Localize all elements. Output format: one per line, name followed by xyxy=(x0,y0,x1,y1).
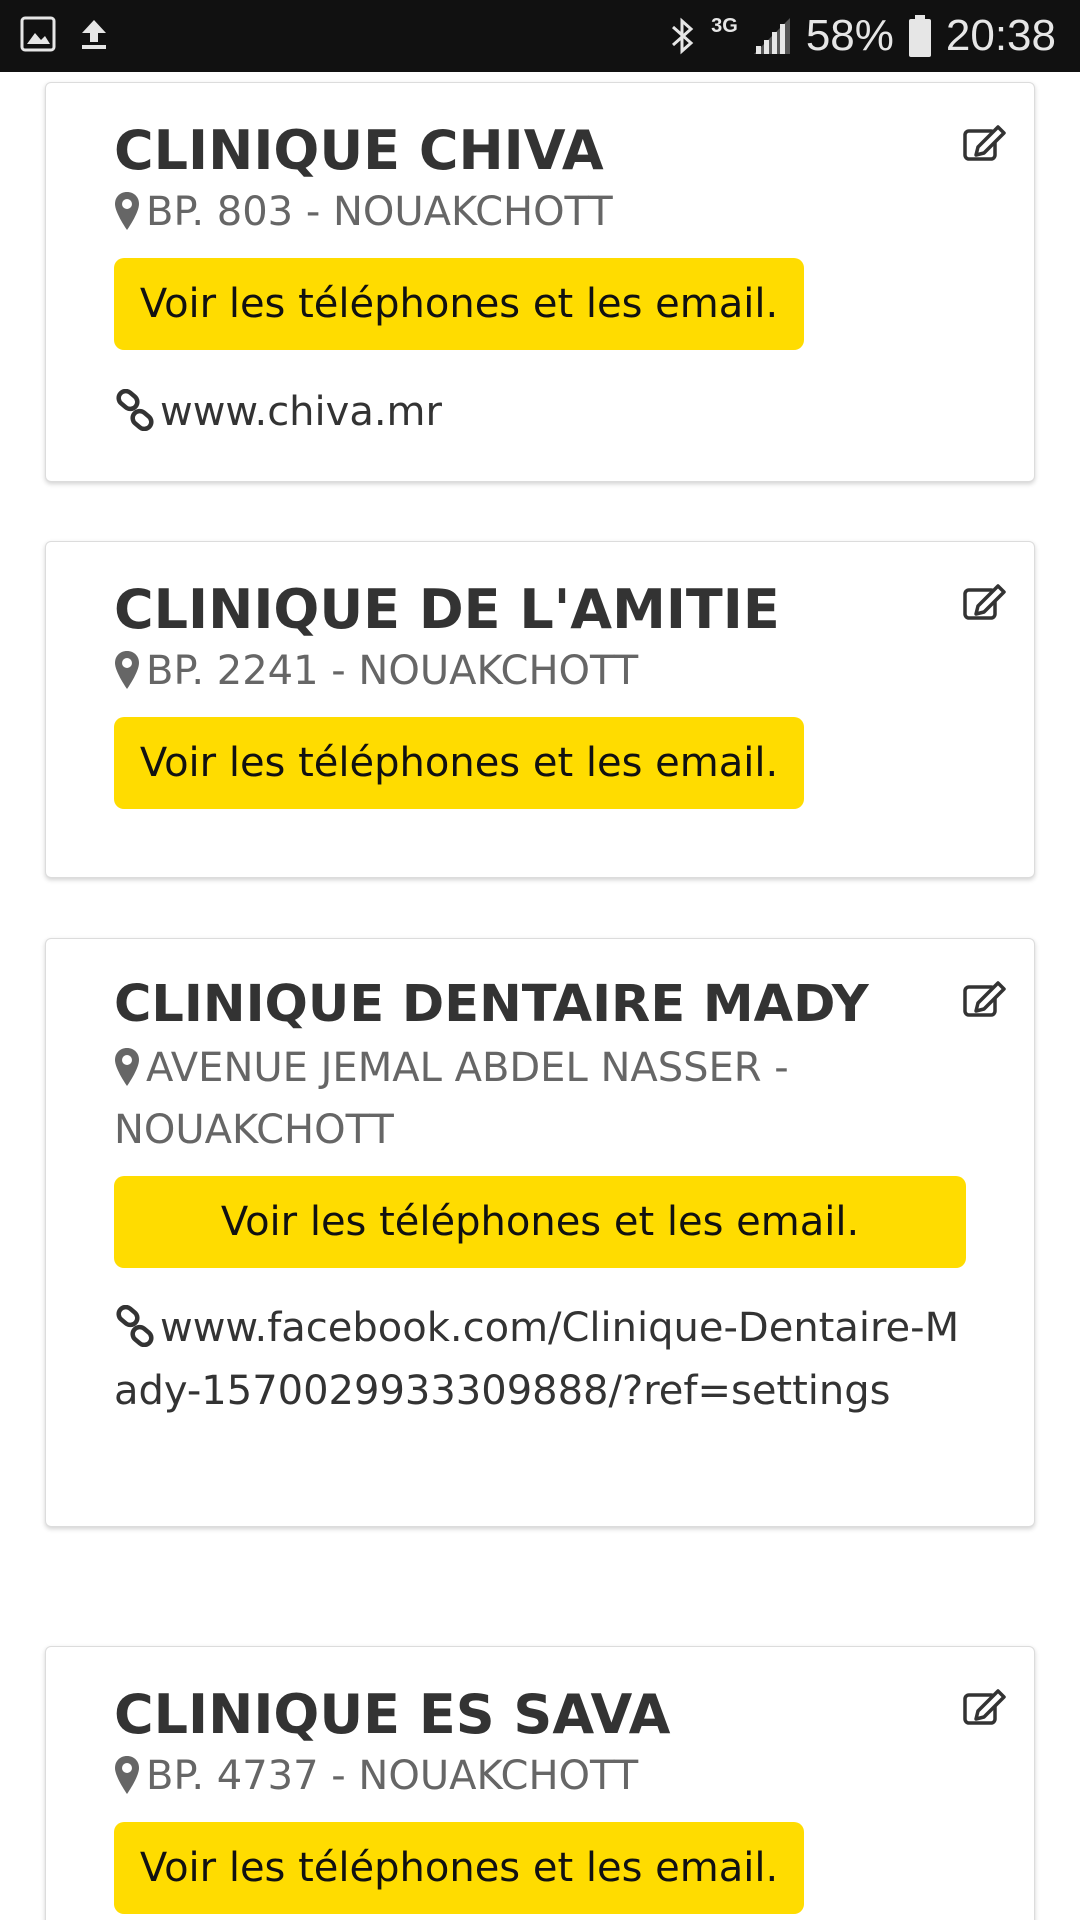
address-text: BP. 4737 - NOUAKCHOTT xyxy=(146,1753,639,1799)
map-pin-icon xyxy=(115,651,139,689)
battery-icon xyxy=(908,15,931,57)
show-contacts-button[interactable]: Voir les téléphones et les email. xyxy=(114,1176,966,1268)
network-type: 3G xyxy=(711,15,738,37)
battery-percent: 58% xyxy=(805,11,894,60)
clinic-name: CLINIQUE DENTAIRE MADY xyxy=(114,975,869,1034)
website-link[interactable]: www.chiva.mr xyxy=(114,381,974,444)
status-bar: 3G 58% 20:38 xyxy=(0,0,1080,72)
link-icon xyxy=(116,1305,154,1347)
address-text: AVENUE JEMAL ABDEL NASSER - NOUAKCHOTT xyxy=(114,1045,789,1153)
clinic-address: AVENUE JEMAL ABDEL NASSER - NOUAKCHOTT xyxy=(114,1037,974,1161)
map-pin-icon xyxy=(115,192,139,230)
clinic-name: CLINIQUE DE L'AMITIE xyxy=(114,578,780,641)
clinic-card: CLINIQUE DENTAIRE MADY AVENUE JEMAL ABDE… xyxy=(45,938,1035,1527)
address-text: BP. 2241 - NOUAKCHOTT xyxy=(146,648,639,694)
map-pin-icon xyxy=(115,1756,139,1794)
website-link[interactable]: www.facebook.com/Clinique-Dentaire-Mady-… xyxy=(114,1297,974,1423)
gallery-icon xyxy=(20,16,56,52)
bluetooth-icon xyxy=(672,17,694,55)
signal-icon xyxy=(753,18,790,54)
edit-icon[interactable] xyxy=(962,582,1006,622)
show-contacts-button[interactable]: Voir les téléphones et les email. xyxy=(114,717,804,809)
clinic-name: CLINIQUE CHIVA xyxy=(114,119,604,182)
address-text: BP. 803 - NOUAKCHOTT xyxy=(146,189,613,235)
upload-icon xyxy=(82,20,106,49)
clinic-address: BP. 2241 - NOUAKCHOTT xyxy=(114,640,974,702)
website-text[interactable]: www.facebook.com/Clinique-Dentaire-Mady-… xyxy=(114,1305,959,1414)
clinic-card: CLINIQUE CHIVA BP. 803 - NOUAKCHOTT Voir… xyxy=(45,82,1035,482)
edit-icon[interactable] xyxy=(962,1687,1006,1727)
clinic-card: CLINIQUE DE L'AMITIE BP. 2241 - NOUAKCHO… xyxy=(45,541,1035,878)
website-text[interactable]: www.chiva.mr xyxy=(160,389,442,435)
clinic-address: BP. 4737 - NOUAKCHOTT xyxy=(114,1745,974,1807)
clinic-name: CLINIQUE ES SAVA xyxy=(114,1683,671,1746)
clinic-card: CLINIQUE ES SAVA BP. 4737 - NOUAKCHOTT V… xyxy=(45,1646,1035,1920)
show-contacts-button[interactable]: Voir les téléphones et les email. xyxy=(114,1822,804,1914)
clinic-address: BP. 803 - NOUAKCHOTT xyxy=(114,181,974,243)
show-contacts-button[interactable]: Voir les téléphones et les email. xyxy=(114,258,804,350)
link-icon xyxy=(116,389,154,431)
edit-icon[interactable] xyxy=(962,123,1006,163)
map-pin-icon xyxy=(115,1048,139,1086)
edit-icon[interactable] xyxy=(962,979,1006,1019)
clock: 20:38 xyxy=(945,11,1056,60)
